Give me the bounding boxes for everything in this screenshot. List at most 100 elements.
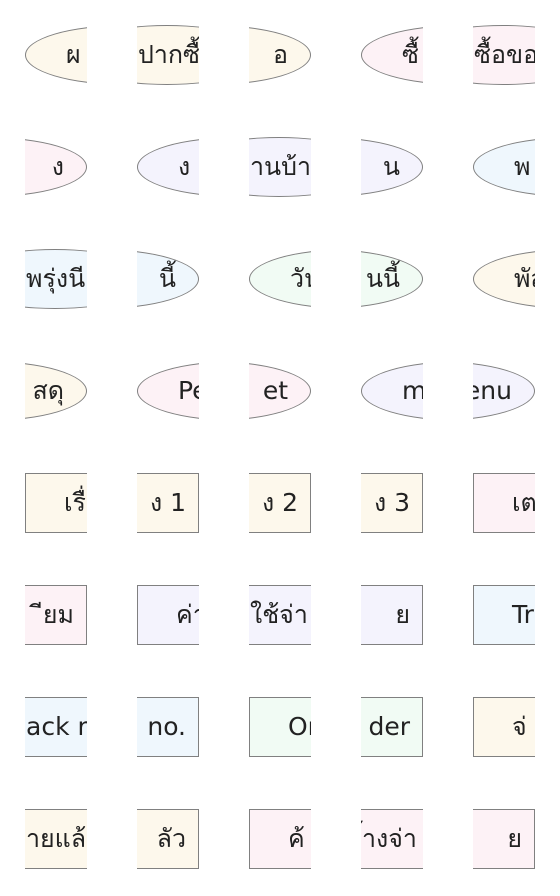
- label-fragment-text: จ่: [512, 712, 527, 741]
- label-tile[interactable]: ง 2: [249, 473, 311, 535]
- label-tile[interactable]: enu: [473, 361, 535, 423]
- label-fragment-text: ง 1: [149, 488, 186, 517]
- label-fragment-text: me: [402, 376, 423, 405]
- label-fragment-text: ย: [395, 600, 410, 629]
- ellipse-label-shape: et: [249, 361, 311, 421]
- label-fragment-text: ายแล้: [26, 824, 87, 853]
- label-fragment-text: ค้: [288, 824, 305, 853]
- label-tile[interactable]: อ: [249, 25, 311, 87]
- label-tile[interactable]: ผ: [25, 25, 87, 87]
- rect-label-shape: ายแล้: [25, 809, 87, 869]
- label-fragment-text: Ord: [288, 712, 311, 741]
- label-tile[interactable]: สดุ: [25, 361, 87, 423]
- rect-label-shape: เรื่อ: [25, 473, 87, 533]
- label-tile[interactable]: วัน: [249, 249, 311, 311]
- ellipse-label-shape: ซื้อขอ: [473, 25, 535, 85]
- label-tile[interactable]: et: [249, 361, 311, 423]
- label-fragment-text: ใช้จ่า: [250, 600, 308, 629]
- label-tile[interactable]: ้างจ่า: [361, 809, 423, 871]
- label-tile[interactable]: ค้: [249, 809, 311, 871]
- label-tile[interactable]: เตรี: [473, 473, 535, 535]
- ellipse-label-shape: สดุ: [25, 361, 87, 421]
- label-tile[interactable]: ปากซื้: [137, 25, 199, 87]
- label-fragment-text: ้างจ่า: [362, 824, 417, 853]
- rect-label-shape: ย: [361, 585, 423, 645]
- label-tile[interactable]: ายแล้: [25, 809, 87, 871]
- ellipse-label-shape: ปากซื้: [137, 25, 199, 85]
- label-tile[interactable]: ง 1: [137, 473, 199, 535]
- label-fragment-text: ง 2: [261, 488, 298, 517]
- ellipse-label-shape: ง: [25, 137, 87, 197]
- label-fragment-text: พ: [514, 152, 531, 181]
- label-fragment-text: พรุ่งนี: [26, 264, 86, 293]
- label-tile[interactable]: น: [361, 137, 423, 199]
- rect-label-shape: ้างจ่า: [361, 809, 423, 869]
- label-fragment-text: ง: [51, 152, 64, 181]
- ellipse-label-shape: ผ: [25, 25, 87, 85]
- label-tile[interactable]: จ่: [473, 697, 535, 759]
- label-tile[interactable]: ง 3: [361, 473, 423, 535]
- label-fragment-text: no.: [147, 712, 186, 741]
- label-tile[interactable]: ง: [25, 137, 87, 199]
- ellipse-label-shape: พัส: [473, 249, 535, 309]
- label-tile[interactable]: ค่า: [137, 585, 199, 647]
- label-fragment-text: อ: [272, 40, 288, 69]
- label-tile[interactable]: พัส: [473, 249, 535, 311]
- ellipse-label-shape: ง: [137, 137, 199, 197]
- ellipse-label-shape: me: [361, 361, 423, 421]
- label-tile[interactable]: ใช้จ่า: [249, 585, 311, 647]
- label-fragment-text: ack n: [26, 712, 87, 741]
- label-fragment-text: นี้: [158, 264, 176, 293]
- label-tile[interactable]: ลัว: [137, 809, 199, 871]
- label-tile[interactable]: ซื้: [361, 25, 423, 87]
- label-fragment-text: ง: [178, 152, 191, 181]
- rect-label-shape: ง 3: [361, 473, 423, 533]
- rect-label-shape: จ่: [473, 697, 535, 757]
- rect-label-shape: ย: [473, 809, 535, 869]
- label-fragment-text: พัส: [514, 264, 535, 293]
- label-tile[interactable]: นี้: [137, 249, 199, 311]
- label-tile[interactable]: ย: [361, 585, 423, 647]
- rect-label-shape: ง 1: [137, 473, 199, 533]
- label-fragment-text: ย: [507, 824, 522, 853]
- label-tile[interactable]: านบ้า: [249, 137, 311, 199]
- label-tile[interactable]: Pe: [137, 361, 199, 423]
- ellipse-label-shape: enu: [473, 361, 535, 421]
- label-tile[interactable]: Tra: [473, 585, 535, 647]
- label-tile[interactable]: no.: [137, 697, 199, 759]
- ellipse-label-shape: านบ้า: [249, 137, 311, 197]
- label-fragment-text: ซื้อขอ: [474, 40, 535, 69]
- rect-label-shape: ค้: [249, 809, 311, 869]
- label-fragment-text: วัน: [290, 264, 311, 293]
- label-tile[interactable]: ซื้อขอ: [473, 25, 535, 87]
- label-tile[interactable]: der: [361, 697, 423, 759]
- rect-label-shape: no.: [137, 697, 199, 757]
- rect-label-shape: ack n: [25, 697, 87, 757]
- ellipse-label-shape: น: [361, 137, 423, 197]
- label-fragment-text: ซื้: [402, 40, 419, 69]
- rect-label-shape: Ord: [249, 697, 311, 757]
- label-tile[interactable]: Ord: [249, 697, 311, 759]
- label-tile[interactable]: ง: [137, 137, 199, 199]
- label-tile[interactable]: เรื่อ: [25, 473, 87, 535]
- label-fragment-text: เรื่อ: [64, 488, 87, 517]
- ellipse-label-shape: พรุ่งนี: [25, 249, 87, 309]
- rect-label-shape: der: [361, 697, 423, 757]
- label-fragment-grid: ผ ปากซื้ อ ซื้ ซื้อของ ง านบ้า น พพรุ่งนี นี้ วั น น…: [0, 0, 560, 896]
- label-fragment-text: ง 3: [373, 488, 410, 517]
- label-tile[interactable]: ียม: [25, 585, 87, 647]
- rect-label-shape: ง 2: [249, 473, 311, 533]
- label-tile[interactable]: พรุ่งนี: [25, 249, 87, 311]
- label-tile[interactable]: ย: [473, 809, 535, 871]
- ellipse-label-shape: พ: [473, 137, 535, 197]
- ellipse-label-shape: ซื้: [361, 25, 423, 85]
- label-fragment-text: ผ: [66, 40, 81, 69]
- label-tile[interactable]: ack n: [25, 697, 87, 759]
- rect-label-shape: ใช้จ่า: [249, 585, 311, 645]
- rect-label-shape: เตรี: [473, 473, 535, 533]
- label-fragment-text: ลัว: [156, 824, 186, 853]
- label-tile[interactable]: พ: [473, 137, 535, 199]
- label-tile[interactable]: นนี้: [361, 249, 423, 311]
- label-tile[interactable]: me: [361, 361, 423, 423]
- label-fragment-text: der: [368, 712, 410, 741]
